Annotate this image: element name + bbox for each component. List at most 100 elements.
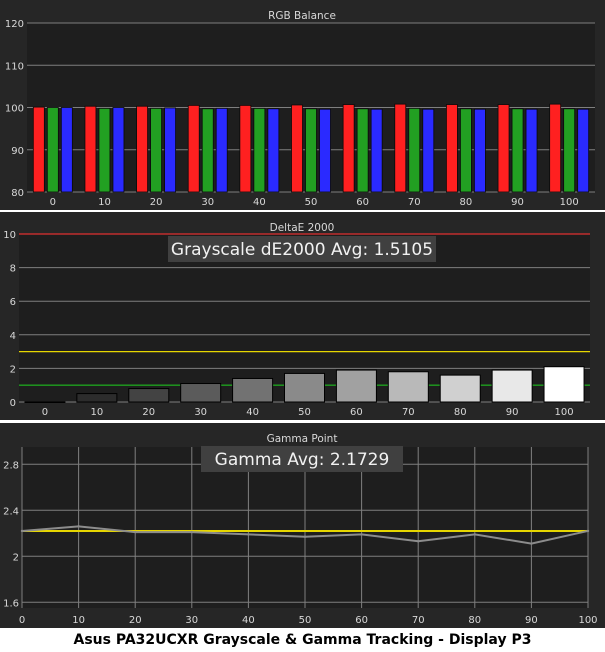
chart-title: DeltaE 2000	[270, 222, 335, 234]
bar-red	[187, 104, 200, 193]
bar-red	[549, 103, 562, 193]
bar-blue	[525, 108, 538, 193]
bar-grayscale	[180, 383, 222, 403]
x-tick-label: 90	[506, 407, 519, 418]
y-tick-label: 1.6	[3, 598, 19, 609]
gamma-point	[247, 533, 250, 536]
x-tick-label: 100	[560, 197, 579, 208]
gamma-point	[586, 529, 590, 533]
y-tick-label: 6	[10, 297, 16, 308]
bar-grayscale	[24, 401, 66, 403]
x-tick-label: 80	[468, 615, 481, 626]
bar-blue	[164, 107, 176, 193]
gamma-point	[530, 542, 533, 545]
x-tick-label: 80	[454, 407, 467, 418]
y-tick-label: 8	[10, 264, 16, 275]
bar-green	[201, 108, 214, 193]
annotation-label: Grayscale dE2000 Avg: 1.5105	[171, 240, 433, 260]
y-tick-label: 100	[5, 104, 24, 115]
gamma-point	[20, 529, 24, 533]
chart-panel-1: RGB Balance 80 90 100 110 120 0 10 20 30 40 50 60 70 8…	[0, 0, 605, 210]
bar-green	[460, 108, 472, 193]
bar-green	[511, 108, 524, 193]
x-tick-label: 70	[412, 615, 425, 626]
chart-panel-2: DeltaE 200002468100 10 20 30 40 50 60 70 80 90 100…	[0, 212, 605, 420]
bar-grayscale	[128, 388, 170, 403]
y-tick-label: 2.8	[3, 460, 19, 471]
chart-title: RGB Balance	[268, 10, 336, 22]
bar-red	[32, 106, 45, 193]
bar-blue	[112, 107, 125, 193]
bar-red	[342, 104, 355, 193]
bar-green	[98, 107, 111, 193]
bar-blue	[267, 108, 280, 193]
y-tick-label: 2	[10, 364, 16, 375]
bar-grayscale	[543, 366, 585, 403]
bar-red	[446, 104, 458, 193]
gamma-point	[134, 530, 137, 534]
x-tick-label: 40	[246, 407, 259, 418]
x-tick-label: 10	[98, 197, 111, 208]
x-tick-label: 30	[194, 407, 207, 418]
bar-grayscale	[335, 369, 377, 403]
x-tick-label: 20	[142, 407, 155, 418]
gamma-point	[473, 533, 476, 536]
bar-red	[394, 103, 407, 193]
bar-grayscale	[284, 372, 325, 403]
bar-blue	[370, 108, 383, 193]
y-tick-label: 2	[13, 552, 19, 563]
bar-green	[305, 108, 317, 193]
charts-canvas: RGB Balance80901001101200 10 20 30 40 50 60 70 8…	[0, 0, 605, 628]
x-tick-label: 30	[201, 197, 214, 208]
bar-green	[46, 107, 59, 193]
x-tick-label: 70	[408, 197, 421, 208]
bar-green	[408, 107, 421, 193]
x-tick-label: 70	[402, 407, 415, 418]
bar-grayscale	[439, 374, 481, 403]
bar-grayscale	[491, 369, 533, 403]
bar-grayscale	[387, 371, 429, 403]
bar-blue	[60, 107, 73, 193]
y-tick-label: 0	[10, 398, 16, 409]
bar-blue	[422, 108, 435, 193]
bar-blue	[474, 108, 486, 193]
bar-green	[150, 107, 162, 193]
figure-caption: Asus PA32UCXR Grayscale & Gamma Tracking…	[0, 628, 605, 652]
chart-panel-3: Gamma Point 1.6 2 2.4 2.8 0 10 20 30 40 50 60 70 80 90…	[0, 423, 605, 628]
x-tick-label: 50	[299, 615, 312, 626]
gamma-point	[77, 525, 80, 528]
y-tick-label: 110	[5, 61, 24, 72]
x-tick-label: 60	[356, 197, 369, 208]
bar-red	[497, 104, 510, 193]
x-tick-label: 60	[355, 615, 368, 626]
x-tick-label: 90	[511, 197, 524, 208]
y-tick-label: 90	[11, 146, 24, 157]
annotation-label: Gamma Avg: 2.1729	[215, 450, 390, 470]
x-tick-label: 40	[253, 197, 266, 208]
gamma-point	[303, 535, 307, 538]
x-tick-label: 0	[42, 407, 48, 418]
bar-blue	[577, 108, 590, 193]
x-tick-label: 100	[554, 407, 573, 418]
bar-blue	[215, 107, 228, 193]
x-tick-label: 60	[350, 407, 363, 418]
x-tick-label: 40	[242, 615, 255, 626]
gamma-point	[360, 533, 363, 536]
panel-separator	[0, 210, 605, 212]
y-tick-label: 2.4	[3, 506, 19, 517]
y-tick-label: 120	[5, 19, 24, 30]
y-tick-label: 10	[3, 230, 16, 241]
x-tick-label: 10	[72, 615, 85, 626]
bar-red	[291, 104, 303, 193]
x-tick-label: 20	[129, 615, 142, 626]
y-tick-label: 80	[11, 188, 24, 199]
x-tick-label: 0	[50, 197, 56, 208]
bar-green	[253, 107, 266, 193]
x-tick-label: 0	[19, 615, 25, 626]
bar-red	[239, 104, 252, 193]
x-tick-label: 50	[298, 407, 311, 418]
bar-green	[563, 108, 576, 193]
x-tick-label: 50	[305, 197, 318, 208]
bar-blue	[319, 108, 331, 193]
chart-title: Gamma Point	[267, 433, 338, 445]
